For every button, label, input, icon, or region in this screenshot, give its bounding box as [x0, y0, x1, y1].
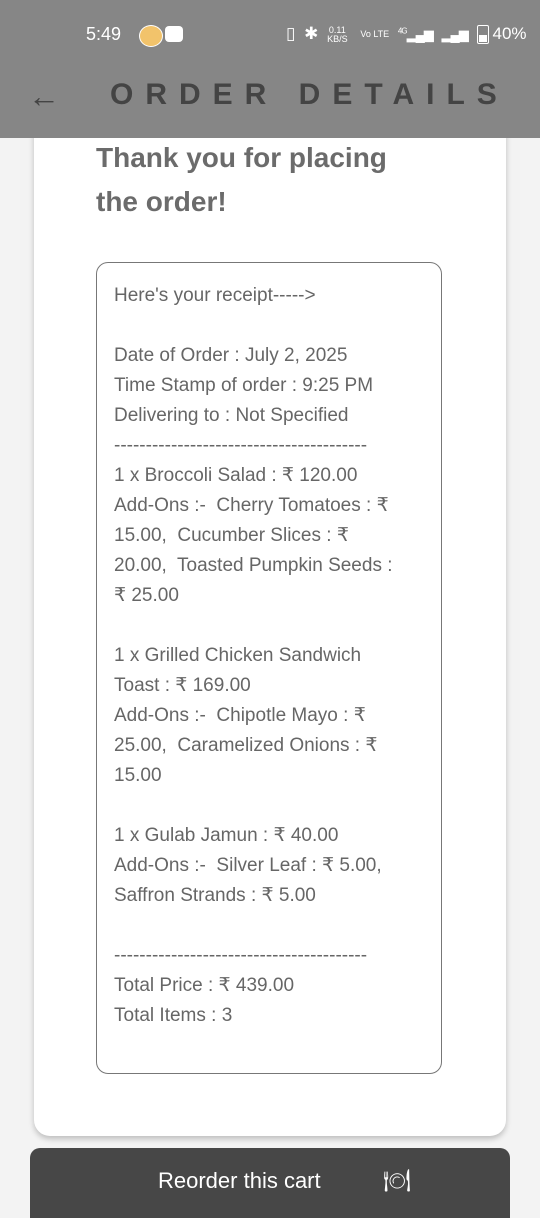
- receipt-line: Total Items : 3: [114, 1005, 233, 1026]
- thank-you-message: Thank you for placing the order!: [96, 142, 387, 217]
- reorder-button[interactable]: Reorder this cart 🍽: [30, 1148, 510, 1218]
- volte-indicator: Vo LTE: [360, 29, 390, 40]
- receipt-line: Date of Order : July 2, 2025: [114, 345, 348, 366]
- app-header: 5:49 ▯ ✱ 0.11 KB/S Vo LTE 4G▂▄▆ ▂▄▆ 40% …: [0, 0, 540, 138]
- receipt-line: Here's your receipt----->: [114, 285, 316, 306]
- signal-icon: ▂▄▆: [441, 27, 469, 42]
- receipt-line: Time Stamp of order : 9:25 PM: [114, 375, 374, 396]
- plate-cutlery-icon: 🍽: [383, 1168, 411, 1193]
- receipt-line: 25.00, Caramelized Onions : ₹: [114, 735, 378, 756]
- receipt-line: ----------------------------------------: [114, 435, 368, 456]
- receipt-line: [114, 791, 432, 821]
- page-title: ORDER DETAILS: [110, 78, 509, 111]
- receipt-line: 1 x Gulab Jamun : ₹ 40.00: [114, 825, 339, 846]
- receipt-line: 15.00: [114, 765, 162, 786]
- receipt-line: Toast : ₹ 169.00: [114, 675, 251, 696]
- notification-app-icon-2: [165, 26, 183, 42]
- bluetooth-icon: ✱: [304, 24, 319, 43]
- receipt-line: [114, 911, 432, 941]
- battery-icon: [476, 25, 489, 45]
- reorder-button-label: Reorder this cart: [158, 1168, 321, 1193]
- vibrate-icon: ▯: [286, 24, 296, 43]
- receipt-box: Here's your receipt-----> Date of Order :…: [96, 262, 442, 1074]
- receipt-line: 15.00, Cucumber Slices : ₹: [114, 525, 349, 546]
- signal-4g-icon: 4G▂▄▆: [397, 26, 434, 42]
- receipt-line: 20.00, Toasted Pumpkin Seeds :: [114, 555, 393, 576]
- back-arrow-icon[interactable]: ←: [28, 80, 60, 112]
- receipt-line: [114, 311, 432, 341]
- receipt-line: 1 x Broccoli Salad : ₹ 120.00: [114, 465, 358, 486]
- receipt-line: Add-Ons :- Chipotle Mayo : ₹: [114, 705, 366, 726]
- receipt-line: ----------------------------------------: [114, 945, 368, 966]
- notification-app-icon: [139, 25, 163, 47]
- network-speed: 0.11 KB/S: [327, 24, 348, 44]
- receipt-text: Here's your receipt-----> Date of Order :…: [114, 281, 432, 1031]
- receipt-line: Total Price : ₹ 439.00: [114, 975, 295, 996]
- status-time: 5:49: [86, 24, 122, 44]
- status-indicators: ▯ ✱ 0.11 KB/S Vo LTE 4G▂▄▆ ▂▄▆ 40%: [286, 24, 531, 45]
- receipt-line: Delivering to : Not Specified: [114, 405, 349, 426]
- receipt-line: ₹ 25.00: [114, 585, 179, 606]
- receipt-line: 1 x Grilled Chicken Sandwich: [114, 645, 362, 666]
- receipt-line: Add-Ons :- Cherry Tomatoes : ₹: [114, 495, 389, 516]
- status-bar: 5:49 ▯ ✱ 0.11 KB/S Vo LTE 4G▂▄▆ ▂▄▆ 40%: [0, 18, 540, 52]
- receipt-line: Saffron Strands : ₹ 5.00: [114, 885, 316, 906]
- receipt-line: Add-Ons :- Silver Leaf : ₹ 5.00,: [114, 855, 382, 876]
- battery-percent: 40%: [492, 24, 527, 43]
- receipt-line: [114, 611, 432, 641]
